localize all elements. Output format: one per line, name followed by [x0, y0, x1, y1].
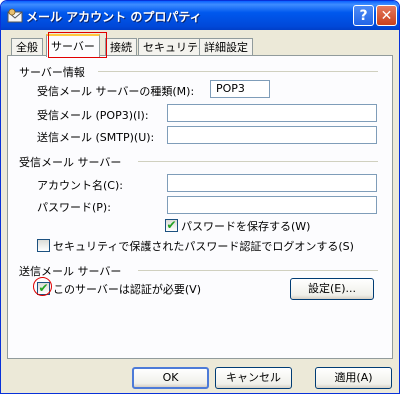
- auth-required-label: このサーバーは認証が必要(V): [53, 283, 201, 296]
- mail-account-icon: [7, 8, 23, 23]
- divider: [138, 161, 378, 162]
- incoming-server-label: 受信メール (POP3)(I):: [37, 109, 149, 122]
- settings-button[interactable]: 設定(E)...: [290, 278, 374, 300]
- account-name-label: アカウント名(C):: [37, 179, 123, 192]
- server-tab-panel: サーバー情報 受信メール サーバーの種類(M): POP3 受信メール (POP…: [7, 55, 393, 359]
- outgoing-server-field[interactable]: [167, 126, 377, 144]
- spa-label: セキュリティで保護されたパスワード認証でログオンする(S): [53, 240, 354, 253]
- server-info-heading: サーバー情報: [19, 66, 85, 79]
- tab-server[interactable]: サーバー: [46, 34, 100, 57]
- title-bar[interactable]: メール アカウント のプロパティ ? ✕: [1, 1, 399, 30]
- save-password-label: パスワードを保存する(W): [181, 220, 311, 233]
- apply-button[interactable]: 適用(A): [315, 367, 392, 389]
- help-button[interactable]: ?: [353, 5, 374, 26]
- incoming-server-field[interactable]: [167, 104, 377, 122]
- password-field[interactable]: [167, 196, 377, 214]
- incoming-type-value: POP3: [210, 80, 270, 98]
- window-title: メール アカウント のプロパティ: [26, 10, 202, 24]
- cancel-button[interactable]: キャンセル: [215, 367, 292, 389]
- password-label: パスワード(P):: [37, 201, 111, 214]
- incoming-type-label: 受信メール サーバーの種類(M):: [37, 85, 195, 98]
- incoming-server-heading: 受信メール サーバー: [19, 156, 122, 169]
- tab-connection[interactable]: 接続: [105, 38, 137, 56]
- auth-highlight-circle: [33, 277, 52, 296]
- tab-advanced[interactable]: 詳細設定: [199, 38, 253, 56]
- spa-checkbox[interactable]: [37, 239, 50, 252]
- account-name-field[interactable]: [167, 174, 377, 192]
- tab-general[interactable]: 全般: [11, 38, 43, 56]
- properties-dialog: メール アカウント のプロパティ ? ✕ 全般 サーバー 接続 セキュリティ 詳…: [0, 0, 400, 394]
- save-password-checkbox[interactable]: ✔: [165, 219, 178, 232]
- outgoing-server-heading: 送信メール サーバー: [19, 265, 122, 278]
- outgoing-server-label: 送信メール (SMTP)(U):: [37, 131, 155, 144]
- divider: [98, 71, 378, 72]
- close-button[interactable]: ✕: [376, 5, 397, 26]
- divider: [138, 270, 378, 271]
- ok-button[interactable]: OK: [132, 367, 209, 389]
